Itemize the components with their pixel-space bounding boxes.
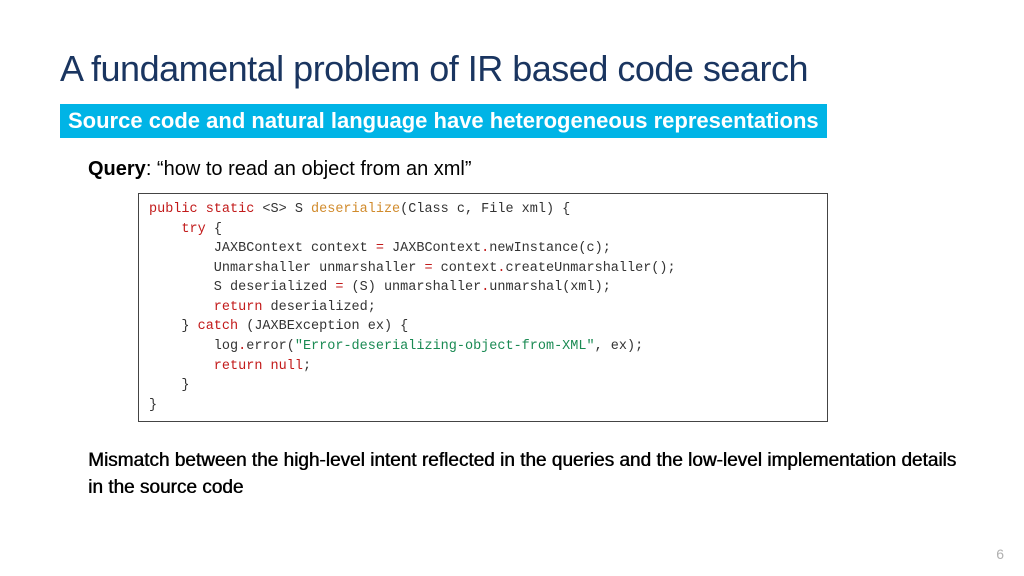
code-token: = [376,241,384,256]
code-token: createUnmarshaller(); [505,261,675,276]
code-token: "Error-deserializing-object-from-XML" [295,339,595,354]
code-token: } [149,378,190,393]
slide-title: A fundamental problem of IR based code s… [60,48,964,90]
code-token: log [149,339,238,354]
code-token: S deserialized [149,280,335,295]
code-token: deserialize [311,202,400,217]
code-token: <S> S [262,202,311,217]
code-token: unmarshal(xml); [489,280,611,295]
query-label: Query [88,158,146,180]
query-line: Query: “how to read an object from an xm… [88,158,964,181]
code-token: } [149,319,198,334]
code-token: catch [198,319,247,334]
code-token: try [149,222,214,237]
code-token: error( [246,339,295,354]
code-token: , ex); [595,339,644,354]
code-token: = [424,261,432,276]
page-number: 6 [996,546,1004,562]
code-token: newInstance(c); [489,241,611,256]
code-token: return [149,300,271,315]
code-token: } [149,398,157,413]
code-token: ; [303,359,311,374]
code-token: public static [149,202,262,217]
code-token: (S) unmarshaller [343,280,481,295]
code-token: { [214,222,222,237]
mismatch-text: Mismatch between the high-level intent r… [88,448,964,501]
code-token: context [433,261,498,276]
code-token: (Class c, File xml) { [400,202,570,217]
code-token: Unmarshaller unmarshaller [149,261,424,276]
code-token: JAXBContext context [149,241,376,256]
subtitle-band: Source code and natural language have he… [60,104,827,138]
code-block: public static <S> S deserialize(Class c,… [138,193,828,422]
query-text: : “how to read an object from an xml” [146,158,472,180]
code-token: (JAXBException ex) { [246,319,408,334]
code-token: JAXBContext [384,241,481,256]
code-token: deserialized; [271,300,376,315]
code-token: return null [149,359,303,374]
